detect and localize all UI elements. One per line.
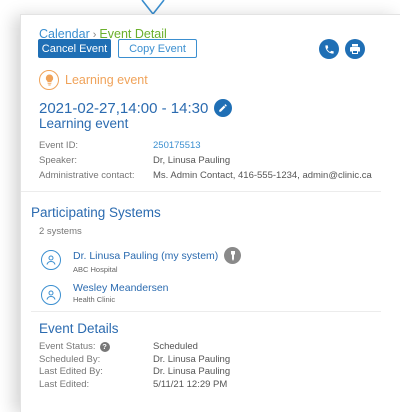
event-type: Learning event — [39, 70, 148, 90]
user-circle-icon — [41, 285, 61, 305]
event-status-value: Scheduled — [153, 341, 198, 352]
info-row-speaker: Speaker: Dr, Linusa Pauling — [39, 153, 372, 168]
scheduled-by-value: Dr. Linusa Pauling — [153, 353, 231, 365]
details-label: Scheduled By: — [39, 353, 101, 365]
speaker-value: Dr, Linusa Pauling — [153, 155, 231, 166]
event-info: Event ID: 250175513 Speaker: Dr, Linusa … — [39, 138, 372, 183]
info-label: Event ID: — [39, 140, 79, 151]
system-item[interactable]: Dr. Linusa Pauling (my system) ABC Hospi… — [41, 247, 242, 274]
info-label: Speaker: — [39, 155, 78, 166]
cancel-event-button[interactable]: Cancel Event — [38, 39, 111, 58]
event-type-label: Learning event — [65, 73, 148, 87]
phone-icon[interactable] — [319, 39, 339, 59]
event-details: Event Status:? Scheduled Scheduled By: D… — [39, 341, 230, 391]
system-name[interactable]: Dr. Linusa Pauling (my system) — [73, 250, 218, 262]
participating-systems-title: Participating Systems — [31, 205, 161, 220]
info-label: Administrative contact: — [39, 170, 135, 181]
details-row-status: Event Status:? Scheduled — [39, 341, 230, 354]
system-org: Health Clinic — [73, 295, 116, 304]
pencil-icon[interactable] — [214, 99, 233, 117]
last-edited-by-value: Dr. Linusa Pauling — [153, 366, 231, 377]
system-org: ABC Hospital — [73, 265, 118, 274]
details-label: Last Edited By: — [39, 366, 103, 377]
copy-event-button[interactable]: Copy Event — [118, 39, 197, 58]
event-datetime-text: 2021-02-27,14:00 - 14:30 — [39, 99, 209, 117]
print-icon[interactable] — [345, 39, 365, 59]
tag-icon[interactable] — [224, 247, 242, 264]
info-row-event-id: Event ID: 250175513 — [39, 138, 372, 153]
system-name[interactable]: Wesley Meandersen — [73, 282, 169, 294]
admin-contact-value: Ms. Admin Contact, 416-555-1234, admin@c… — [153, 170, 372, 181]
event-datetime: 2021-02-27,14:00 - 14:30 — [39, 99, 233, 117]
user-circle-icon — [41, 250, 61, 270]
event-details-title: Event Details — [39, 321, 119, 336]
divider — [31, 311, 381, 312]
event-title: Learning event — [39, 116, 129, 131]
help-icon[interactable]: ? — [99, 342, 110, 353]
details-row-last-edited: Last Edited: 5/11/21 12:29 PM — [39, 379, 230, 392]
info-row-admin-contact: Administrative contact: Ms. Admin Contac… — [39, 168, 372, 183]
lightbulb-icon — [39, 70, 59, 90]
event-detail-panel: Calendar › Event Detail Cancel Event Copy … — [20, 14, 400, 412]
last-edited-value: 5/11/21 12:29 PM — [153, 378, 228, 390]
details-label: Event Status: — [39, 341, 96, 352]
event-id-link[interactable]: 250175513 — [153, 138, 201, 153]
details-row-scheduled-by: Scheduled By: Dr. Linusa Pauling — [39, 354, 230, 367]
divider — [21, 191, 381, 192]
systems-count: 2 systems — [39, 226, 82, 237]
details-label: Last Edited: — [39, 378, 90, 390]
system-item[interactable]: Wesley Meandersen Health Clinic — [41, 282, 169, 305]
details-row-last-edited-by: Last Edited By: Dr. Linusa Pauling — [39, 366, 230, 379]
